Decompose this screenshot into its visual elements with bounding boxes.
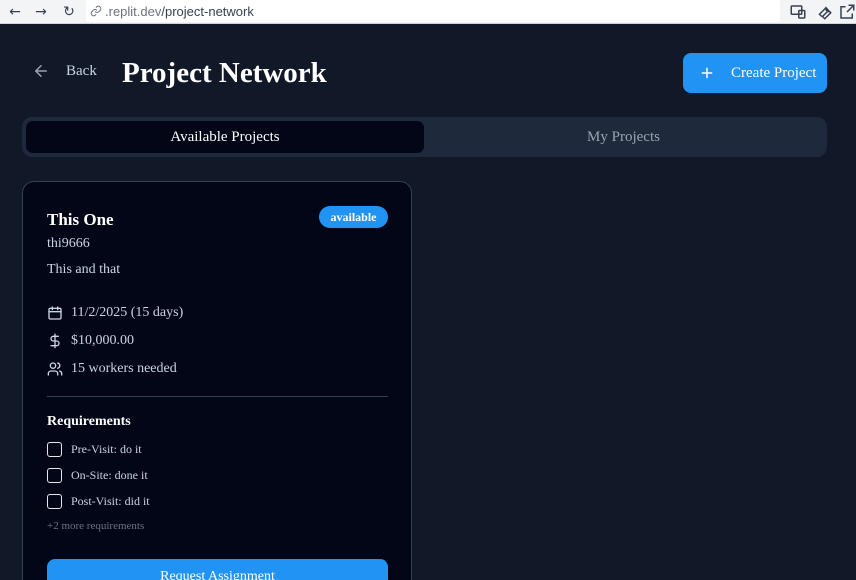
users-icon	[47, 362, 63, 376]
status-badge: available	[319, 206, 388, 228]
url-text: .replit.dev/project-network	[105, 3, 254, 19]
project-tabs: Available Projects My Projects	[22, 117, 827, 157]
back-label: Back	[66, 62, 97, 79]
tab-my-projects[interactable]: My Projects	[424, 121, 823, 153]
project-date: 11/2/2025 (15 days)	[47, 305, 183, 321]
create-project-label: Create Project	[731, 64, 817, 81]
project-card: This One available thi9666 This and that…	[22, 181, 412, 580]
browser-reload-icon[interactable]: ↻	[60, 3, 78, 21]
create-project-button[interactable]: Create Project	[683, 53, 827, 93]
requirement-checkbox[interactable]	[47, 442, 62, 457]
browser-forward-icon[interactable]: →	[32, 3, 50, 21]
dollar-icon	[50, 333, 60, 349]
project-description: This and that	[47, 262, 121, 277]
wrench-icon[interactable]	[815, 3, 833, 21]
browser-toolbar: ← → ↻ .replit.dev/project-network	[0, 0, 856, 24]
calendar-icon	[48, 306, 62, 320]
address-bar[interactable]: .replit.dev/project-network	[86, 0, 780, 22]
page-title: Project Network	[122, 57, 327, 89]
requirement-label: On-Site: done it	[71, 468, 148, 482]
requirement-item[interactable]: On-Site: done it	[47, 468, 148, 483]
more-requirements-text: +2 more requirements	[47, 520, 145, 532]
requirement-label: Post-Visit: did it	[71, 494, 150, 508]
plus-icon	[701, 67, 713, 79]
project-owner: thi9666	[47, 236, 90, 251]
requirement-label: Pre-Visit: do it	[71, 442, 142, 456]
back-button[interactable]: Back	[32, 62, 97, 80]
open-external-icon[interactable]	[838, 3, 856, 21]
requirements-heading: Requirements	[47, 414, 131, 429]
site-info-icon[interactable]	[90, 5, 102, 17]
project-workers: 15 workers needed	[47, 361, 177, 377]
browser-back-icon[interactable]: ←	[6, 3, 24, 21]
requirement-item[interactable]: Post-Visit: did it	[47, 494, 150, 509]
workers-text: 15 workers needed	[71, 361, 177, 376]
tab-available-projects[interactable]: Available Projects	[26, 121, 424, 153]
requirement-checkbox[interactable]	[47, 468, 62, 483]
requirement-item[interactable]: Pre-Visit: do it	[47, 442, 142, 457]
budget-text: $10,000.00	[71, 333, 134, 348]
project-title: This One	[47, 210, 114, 229]
cast-icon[interactable]	[789, 3, 807, 21]
date-text: 11/2/2025 (15 days)	[71, 305, 184, 320]
arrow-left-icon	[35, 65, 47, 77]
request-assignment-button[interactable]: Request Assignment	[47, 559, 388, 580]
requirement-checkbox[interactable]	[47, 494, 62, 509]
divider	[47, 396, 388, 397]
project-budget: $10,000.00	[47, 333, 134, 349]
